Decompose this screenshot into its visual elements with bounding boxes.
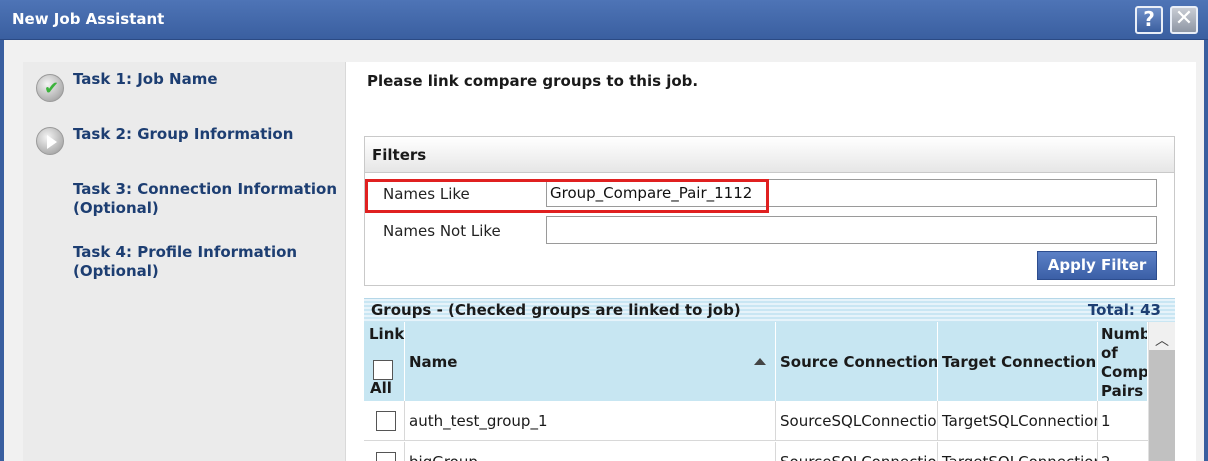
scrollbar-thumb[interactable]: [1149, 350, 1175, 461]
row-name: bigGroup: [405, 442, 776, 461]
pairs-header-label: Number of Compare Pairs: [1101, 325, 1148, 400]
row-link-cell: [364, 401, 405, 441]
close-icon: ✕: [1174, 6, 1194, 31]
task-label: Task 1: Job Name: [73, 70, 218, 88]
chevron-up-icon[interactable]: ︿: [1155, 330, 1169, 350]
filters-panel: Filters Names Like Names Not Like Apply …: [364, 136, 1175, 286]
close-button[interactable]: ✕: [1170, 6, 1198, 34]
names-not-like-input[interactable]: [546, 216, 1157, 244]
sort-ascending-icon: [754, 358, 766, 365]
table-row[interactable]: auth_test_group_1 SourceSQLConnection Ta…: [364, 401, 1148, 441]
window-border-right: [1204, 40, 1208, 461]
help-button[interactable]: ?: [1135, 6, 1163, 34]
row-link-cell: [364, 442, 405, 461]
all-header-label: All: [370, 379, 392, 397]
groups-table: Link All Name Source Connection Target C…: [364, 322, 1148, 461]
check-circle-icon: ✔: [36, 74, 64, 102]
select-all-checkbox[interactable]: [373, 360, 393, 380]
source-header-label: Source Connection: [780, 353, 938, 371]
apply-filter-button[interactable]: Apply Filter: [1037, 251, 1157, 280]
window-title: New Job Assistant: [12, 10, 165, 28]
row-target: TargetSQLConnection: [938, 442, 1098, 461]
name-header-label: Name: [409, 353, 458, 371]
row-source: SourceSQLConnection: [776, 401, 938, 441]
column-header-link: Link All: [364, 322, 405, 401]
column-header-name[interactable]: Name: [405, 322, 776, 401]
table-scrollbar[interactable]: ︿: [1148, 322, 1175, 461]
row-target: TargetSQLConnection: [938, 401, 1098, 441]
row-source: SourceSQLConnection: [776, 442, 938, 461]
column-header-target[interactable]: Target Connection: [938, 322, 1098, 401]
table-row[interactable]: bigGroup SourceSQLConnection TargetSQLCo…: [364, 442, 1148, 461]
help-icon: ?: [1143, 7, 1155, 31]
column-header-source[interactable]: Source Connection: [776, 322, 938, 401]
task-label: Task 2: Group Information: [73, 125, 294, 143]
highlight-box: [365, 179, 769, 213]
filters-header: Filters: [365, 137, 1174, 173]
row-name: auth_test_group_1: [405, 401, 776, 441]
instruction-text: Please link compare groups to this job.: [367, 72, 699, 90]
filters-title: Filters: [372, 146, 427, 164]
row-pairs: 1: [1101, 412, 1111, 430]
names-not-like-label: Names Not Like: [383, 222, 501, 240]
column-header-pairs[interactable]: Number of Compare Pairs: [1098, 322, 1148, 401]
window-titlebar: New Job Assistant ? ✕: [0, 0, 1208, 40]
row-checkbox[interactable]: [376, 411, 396, 431]
row-checkbox[interactable]: [376, 452, 396, 461]
groups-total: Total: 43: [1087, 301, 1161, 319]
table-header-row: Link All Name Source Connection Target C…: [364, 322, 1148, 401]
task-label: Task 4: Profile Information (Optional): [73, 243, 298, 280]
link-header-label: Link: [369, 325, 405, 343]
groups-title: Groups - (Checked groups are linked to j…: [371, 301, 741, 319]
play-circle-icon: [36, 127, 64, 155]
task-label: Task 3: Connection Information (Optional…: [73, 180, 337, 217]
row-pairs: 2: [1098, 442, 1148, 461]
groups-header: Groups - (Checked groups are linked to j…: [364, 298, 1175, 322]
task-sidebar: ✔ Task 1: Job Name Task 2: Group Informa…: [23, 62, 345, 461]
target-header-label: Target Connection: [942, 353, 1097, 371]
